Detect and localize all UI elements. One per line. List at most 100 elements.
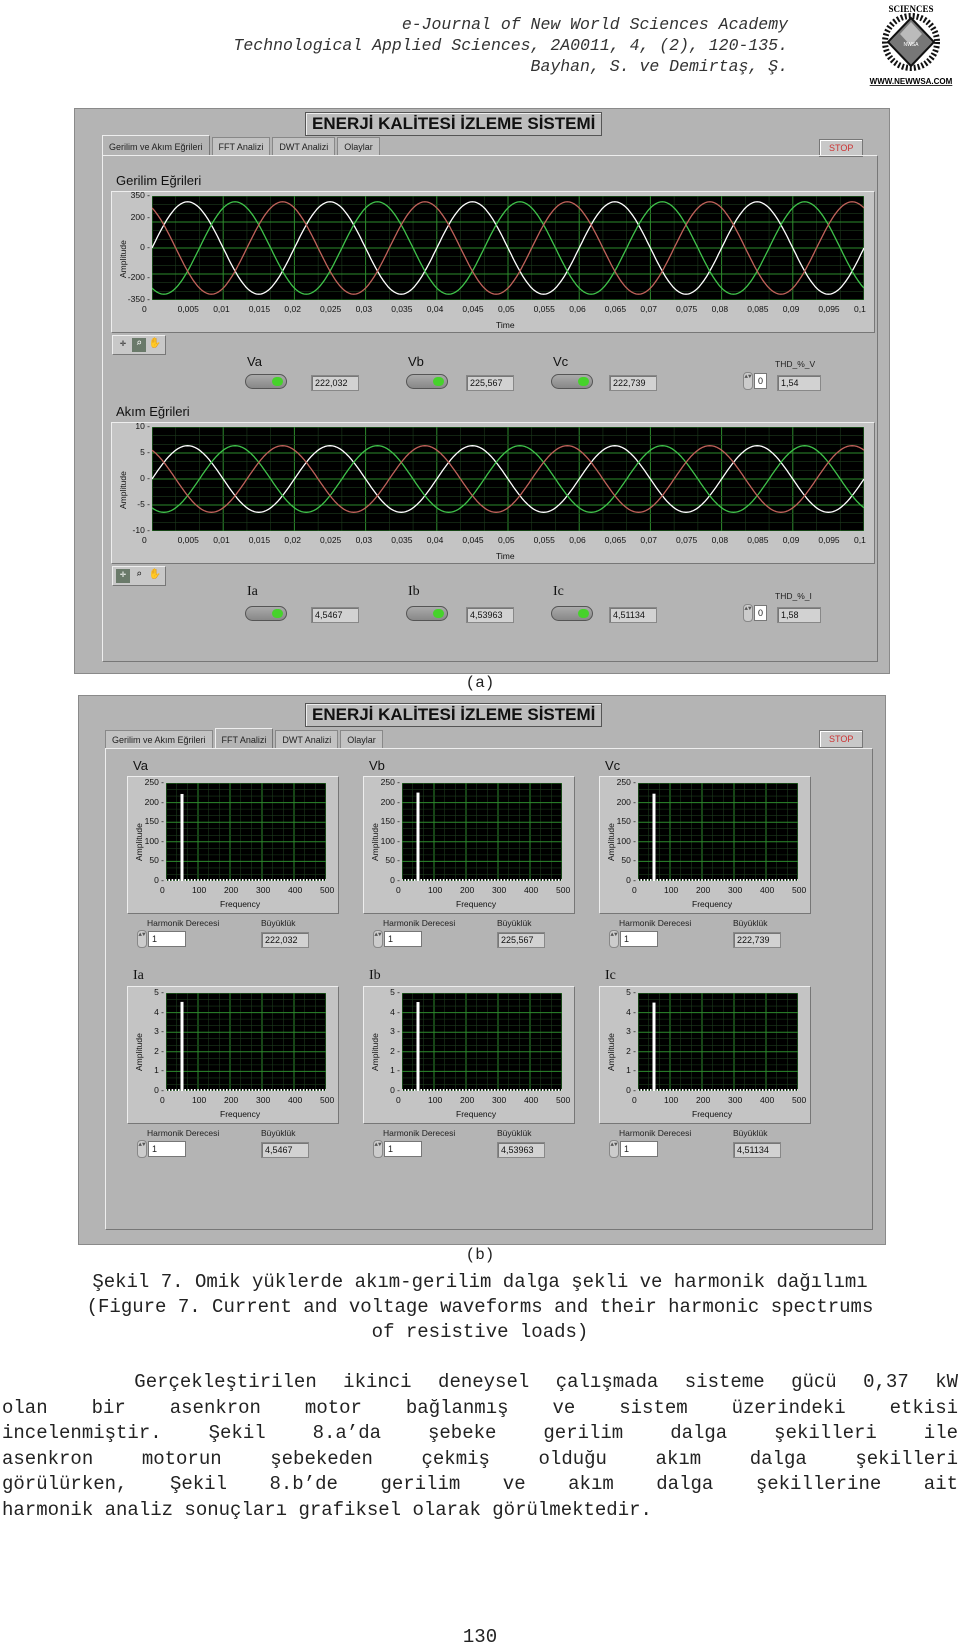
cursor-icon[interactable]: ✛ (116, 338, 130, 352)
thd-v-index[interactable]: 0 (754, 373, 768, 389)
zoom-icon[interactable]: ⌕ (132, 338, 146, 352)
noise-floor-mark (682, 879, 684, 881)
noise-floor-mark (184, 879, 186, 881)
noise-floor-mark (503, 1089, 506, 1091)
harmonic-order-value[interactable]: 1 (620, 1141, 658, 1157)
noise-floor-mark (730, 879, 732, 881)
noise-floor-mark (685, 1089, 687, 1091)
pan-hand-icon[interactable]: ✋ (148, 338, 162, 352)
noise-floor-mark (736, 879, 738, 881)
noise-floor-mark (768, 1089, 770, 1091)
tab-fft[interactable]: FFT Analizi (214, 728, 274, 749)
y-tick-label: 250 - (616, 777, 636, 787)
stepper-arrows-icon[interactable]: ▲▼ (609, 930, 619, 948)
harmonic-order-stepper[interactable]: ▲▼ 1 (609, 930, 658, 948)
x-tick-label: 500 (556, 1095, 571, 1105)
noise-floor-mark (325, 879, 326, 881)
harmonic-order-value[interactable]: 1 (148, 1141, 186, 1157)
led-indicator-vb[interactable] (406, 374, 448, 389)
noise-floor-mark (478, 1089, 480, 1091)
tab-waveforms[interactable]: Gerilim ve Akım Eğrileri (102, 135, 210, 156)
page-number: 130 (462, 1626, 498, 1648)
noise-floor-mark (462, 1089, 464, 1091)
noise-floor-mark (274, 1089, 276, 1091)
harmonic-order-value[interactable]: 1 (384, 931, 422, 947)
noise-floor-mark (733, 1089, 735, 1091)
noise-floor-mark (315, 879, 318, 881)
led-indicator-vc[interactable] (551, 374, 593, 389)
noise-floor-mark (414, 879, 416, 881)
noise-floor-mark (229, 1089, 231, 1091)
x-tick-label: 400 (524, 1095, 539, 1105)
tab-fft[interactable]: FFT Analizi (211, 137, 271, 156)
harmonic-order-value[interactable]: 1 (620, 931, 658, 947)
harmonic-order-label: Harmonik Derecesi (147, 1128, 220, 1138)
x-tick-label: 0,07 (640, 535, 657, 545)
noise-floor-mark (302, 1089, 305, 1091)
stepper-arrows-icon[interactable]: ▲▼ (743, 604, 753, 622)
cursor-icon[interactable]: ✛ (116, 569, 130, 583)
tab-dwt[interactable]: DWT Analizi (275, 730, 339, 749)
led-indicator-ib[interactable] (406, 606, 448, 621)
fft-plot-area (402, 993, 562, 1091)
noise-floor-mark (535, 1089, 538, 1091)
thd-v-index-stepper[interactable]: ▲▼ 0 (743, 372, 768, 390)
noise-floor-mark (471, 879, 474, 881)
noise-floor-mark (717, 879, 719, 881)
noise-floor-mark (510, 1089, 512, 1091)
thd-i-index-stepper[interactable]: ▲▼ 0 (743, 604, 768, 622)
noise-floor-mark (656, 1089, 658, 1091)
y-tick-label: 250 - (380, 777, 400, 787)
noise-floor-mark (720, 1089, 722, 1091)
noise-floor-mark (535, 879, 538, 881)
noise-floor-mark (190, 879, 193, 881)
x-tick-label: 500 (320, 1095, 335, 1105)
x-tick-label: 0 (396, 885, 401, 895)
noise-floor-mark (771, 879, 774, 881)
x-tick-label: 0,03 (355, 535, 373, 545)
noise-floor-mark (274, 879, 276, 881)
harmonic-order-stepper[interactable]: ▲▼ 1 (137, 930, 186, 948)
tab-events[interactable]: Olaylar (340, 730, 383, 749)
paragraph-line: asenkron motorun şebekeden çekmiş olduğu… (2, 1447, 958, 1470)
stepper-arrows-icon[interactable]: ▲▼ (373, 930, 383, 948)
harmonic-order-stepper[interactable]: ▲▼ 1 (373, 1140, 422, 1158)
led-indicator-ia[interactable] (245, 606, 287, 621)
pan-hand-icon[interactable]: ✋ (148, 569, 162, 583)
fundamental-bar (180, 1001, 184, 1091)
led-indicator-ic[interactable] (551, 606, 593, 621)
noise-floor-mark (402, 879, 403, 881)
harmonic-order-stepper[interactable]: ▲▼ 1 (137, 1140, 186, 1158)
tab-waveforms[interactable]: Gerilim ve Akım Eğrileri (105, 730, 213, 749)
stop-button[interactable]: STOP (819, 730, 864, 748)
y-tick-label: 4 - (154, 1006, 164, 1017)
stepper-arrows-icon[interactable]: ▲▼ (743, 372, 753, 390)
x-tick-label: 0,05 (498, 304, 515, 314)
x-tick-label: 0,045 (462, 535, 484, 545)
harmonic-order-stepper[interactable]: ▲▼ 1 (609, 1140, 658, 1158)
noise-floor-mark (774, 879, 777, 881)
harmonic-order-value[interactable]: 1 (384, 1141, 422, 1157)
tab-events[interactable]: Olaylar (337, 137, 380, 156)
led-indicator-va[interactable] (245, 374, 287, 389)
y-axis-label: Amplitude (370, 1033, 380, 1071)
noise-floor-mark (277, 879, 279, 881)
harmonic-order-value[interactable]: 1 (148, 931, 186, 947)
stepper-arrows-icon[interactable]: ▲▼ (609, 1140, 619, 1158)
zoom-icon[interactable]: ⌕ (132, 569, 146, 583)
noise-floor-mark (726, 1089, 729, 1091)
voltage-graph: 0 0,005 0,01 0,015 0,02 0,025 0,03 0,035 0,04 0,0… (111, 190, 875, 333)
noise-floor-mark (646, 879, 649, 881)
noise-floor-mark (420, 1089, 422, 1091)
thd-i-index[interactable]: 0 (754, 605, 768, 621)
noise-floor-mark (768, 879, 770, 881)
harmonic-order-stepper[interactable]: ▲▼ 1 (373, 930, 422, 948)
noise-floor-mark (433, 1089, 435, 1091)
x-tick-label: 500 (320, 885, 335, 895)
stepper-arrows-icon[interactable]: ▲▼ (137, 930, 147, 948)
noise-floor-mark (222, 879, 225, 881)
tab-dwt[interactable]: DWT Analizi (272, 137, 336, 156)
stepper-arrows-icon[interactable]: ▲▼ (373, 1140, 383, 1158)
stepper-arrows-icon[interactable]: ▲▼ (137, 1140, 147, 1158)
noise-floor-mark (258, 1089, 260, 1091)
